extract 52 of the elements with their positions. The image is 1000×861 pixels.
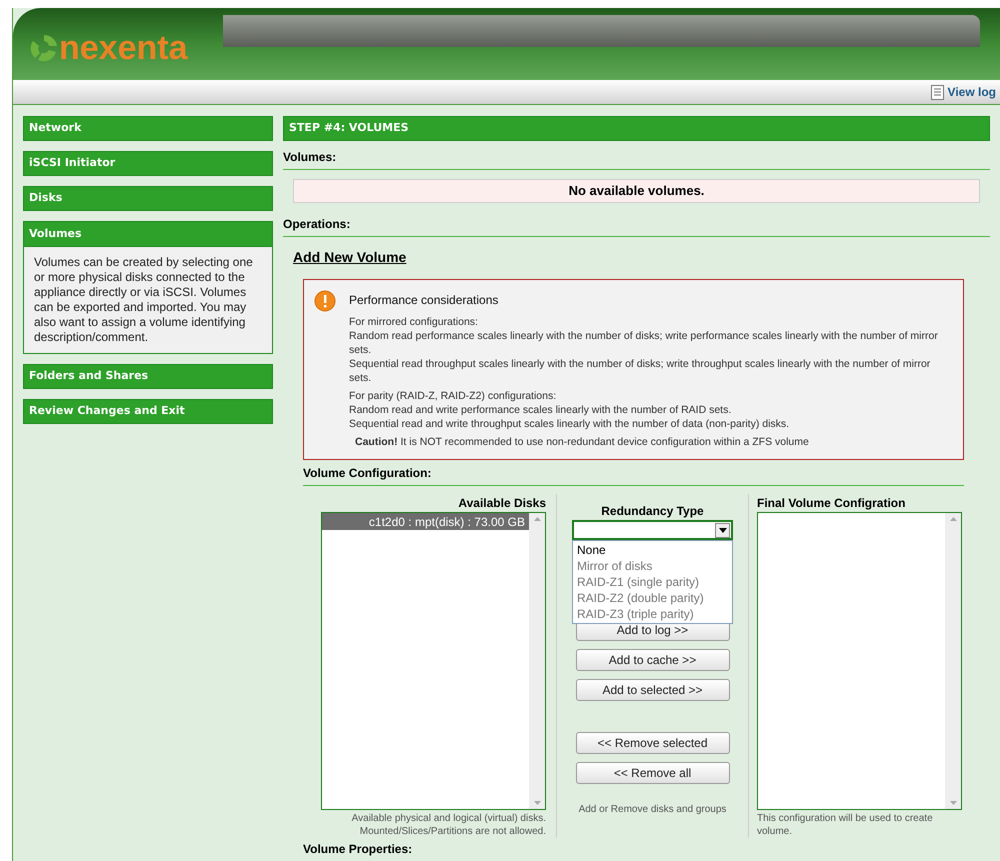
sidebar-item[interactable]: iSCSI Initiator bbox=[23, 151, 273, 176]
scroll-up-icon[interactable] bbox=[950, 517, 956, 521]
action-button[interactable]: << Remove all bbox=[576, 762, 730, 784]
final-configuration-listbox[interactable] bbox=[757, 512, 962, 810]
column-title: Redundancy Type bbox=[601, 503, 704, 520]
redundancy-option[interactable]: RAID-Z3 (triple parity) bbox=[573, 606, 732, 622]
swirl-logo-icon bbox=[29, 33, 59, 63]
redundancy-option[interactable]: RAID-Z1 (single parity) bbox=[573, 574, 732, 590]
warning-title: Performance considerations bbox=[349, 292, 500, 309]
step-title-bar: STEP #4: VOLUMES bbox=[283, 116, 990, 141]
redundancy-option[interactable]: Mirror of disks bbox=[573, 558, 732, 574]
empty-volumes-message: No available volumes. bbox=[293, 179, 980, 203]
column-title: Available Disks bbox=[458, 495, 546, 512]
scroll-down-icon[interactable] bbox=[534, 801, 540, 805]
caution-text: Caution! It is NOT recommended to use non-redundant device configuration within a ZFS volume bbox=[354, 435, 810, 449]
warning-text: Sequential read and write throughput scales linearly with the number of data (non-parity) disks. bbox=[349, 417, 790, 431]
scroll-down-icon[interactable] bbox=[950, 801, 956, 805]
middle-note: Add or Remove disks and groups bbox=[578, 803, 726, 817]
redundancy-option[interactable]: None bbox=[573, 542, 732, 558]
sidebar-description: Volumes can be created by selecting one or more physical disks connected to the appliance directly or via iSCSI. Volumes can be exported and imported. You may also want to assign a volume identifying description/comment. bbox=[23, 246, 273, 354]
exclamation-icon bbox=[314, 290, 336, 312]
scrollbar[interactable] bbox=[529, 513, 545, 809]
logo-wordmark: nexenta bbox=[59, 31, 188, 65]
sidebar-item[interactable]: Network bbox=[23, 116, 273, 141]
redundancy-select[interactable] bbox=[572, 520, 733, 540]
final-note: This configuration will be used to create volume. bbox=[757, 812, 934, 838]
redundancy-option[interactable]: RAID-Z2 (double parity) bbox=[573, 590, 732, 606]
sidebar-item[interactable]: Disks bbox=[23, 186, 273, 211]
disk-list-item[interactable]: c1t2d0 : mpt(disk) : 73.00 GB bbox=[322, 513, 529, 530]
action-button[interactable]: << Remove selected bbox=[576, 732, 730, 754]
warning-text: Random read and write performance scales linearly with the number of RAID sets. bbox=[349, 403, 732, 417]
section-heading: Volumes: bbox=[283, 148, 990, 170]
warning-text: For mirrored configurations: bbox=[349, 315, 479, 329]
section-heading: Volume Configuration: bbox=[303, 464, 964, 486]
sidebar-item[interactable]: Volumes bbox=[23, 221, 273, 246]
warning-text: Sequential read throughput scales linearly with the number of disks; write throughput scales linearly with the number of mirror sets. bbox=[349, 357, 932, 385]
column-title: Final Volume Configration bbox=[757, 495, 906, 512]
warning-text: Random read performance scales linearly with the number of disks; write performance scales linearly with the number of mirror sets. bbox=[349, 329, 939, 357]
scroll-up-icon[interactable] bbox=[534, 517, 540, 521]
section-heading: Volume Properties: bbox=[303, 841, 414, 858]
sidebar-item[interactable]: Review Changes and Exit bbox=[23, 399, 273, 424]
view-log-link[interactable]: View log bbox=[930, 83, 996, 101]
sidebar-item[interactable]: Folders and Shares bbox=[23, 364, 273, 389]
available-disks-listbox[interactable]: c1t2d0 : mpt(disk) : 73.00 GB bbox=[321, 512, 546, 810]
section-heading: Operations: bbox=[283, 215, 990, 237]
document-icon bbox=[930, 84, 944, 100]
disks-note: Available physical and logical (virtual) disks. Mounted/Slices/Partitions are not allowed. bbox=[350, 812, 546, 838]
add-new-volume-link[interactable]: Add New Volume bbox=[293, 249, 406, 265]
action-button[interactable]: Add to cache >> bbox=[576, 649, 730, 671]
scrollbar[interactable] bbox=[945, 513, 961, 809]
action-button[interactable]: Add to selected >> bbox=[576, 679, 730, 701]
warning-text: For parity (RAID-Z, RAID-Z2) configurations: bbox=[349, 389, 558, 403]
